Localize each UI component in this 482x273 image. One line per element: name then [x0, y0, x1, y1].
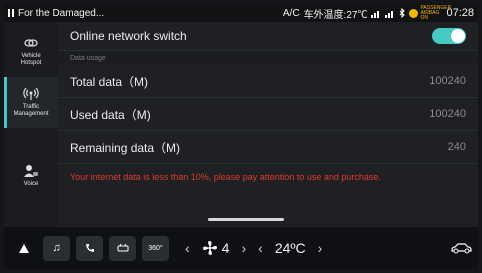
home-triangle-icon: [18, 243, 29, 253]
clock: 07:28: [446, 7, 474, 19]
online-network-toggle[interactable]: [432, 28, 466, 44]
camera-360-label: 360°: [148, 244, 163, 252]
phone-button[interactable]: [76, 235, 103, 261]
sidebar-item-label: Vehicle Hotspot: [20, 53, 42, 66]
link-icon: [24, 39, 38, 47]
total-data-value: 100240: [429, 75, 466, 87]
fan-decrease-button[interactable]: ‹: [185, 240, 190, 256]
sidebar-item-label: Voice: [23, 180, 39, 187]
online-network-label: Online network switch: [70, 29, 187, 43]
toggle-knob: [451, 29, 465, 43]
sidebar-item-traffic-management[interactable]: Traffic Management: [4, 77, 58, 128]
section-title: Data usage: [58, 51, 478, 65]
fan-speed-value: 4: [221, 240, 230, 256]
used-data-value: 100240: [429, 108, 466, 120]
voice-icon: [24, 164, 38, 177]
total-data-row: Total data（M) 100240: [58, 65, 478, 98]
data-warning: Your internet data is less than 10%, ple…: [70, 172, 381, 182]
main-panel: Online network switch Data usage Total d…: [58, 22, 478, 227]
home-button[interactable]: [10, 236, 37, 261]
fan-increase-button[interactable]: ›: [241, 240, 246, 256]
used-data-label: Used data（M): [70, 107, 151, 122]
ac-status: A/C: [282, 7, 300, 19]
pause-icon[interactable]: [8, 9, 14, 17]
total-data-label: Total data（M): [70, 74, 149, 89]
signal-icon: [371, 10, 380, 18]
sidebar-item-voice[interactable]: Voice: [4, 150, 58, 201]
bluetooth-icon: [400, 8, 406, 18]
sidebar-item-label: Traffic Management: [13, 104, 49, 117]
temp-decrease-button[interactable]: ‹: [258, 240, 263, 256]
signal-icon-2: [385, 10, 394, 18]
sidebar-item-vehicle-hotspot[interactable]: Vehicle Hotspot: [4, 26, 58, 77]
airbag-text: PASSENGER AIRBAG ON: [420, 4, 452, 21]
temperature-value: 24ºC: [274, 240, 306, 256]
music-icon: ♫: [52, 242, 61, 254]
screen: For the Damaged... A/C 车外温度:27℃ PASSENGE…: [0, 0, 482, 273]
airbag-icon: [409, 8, 419, 18]
online-network-row: Online network switch: [58, 22, 478, 51]
fan-icon: [202, 241, 217, 255]
sidebar: Vehicle Hotspot Traffic Management Voice: [4, 22, 58, 227]
car-front-icon: [117, 243, 128, 252]
home-indicator[interactable]: [208, 218, 284, 221]
airbag-status: PASSENGER AIRBAG ON: [409, 4, 452, 21]
remaining-data-row: Remaining data（M) 240: [58, 131, 478, 164]
wireless-icon: [23, 87, 39, 100]
phone-icon: [85, 244, 94, 252]
media-title[interactable]: For the Damaged...: [18, 8, 104, 19]
car-settings-icon[interactable]: [450, 242, 472, 254]
fan-speed: 4: [202, 240, 230, 256]
remaining-data-label: Remaining data（M): [70, 140, 181, 155]
status-bar: For the Damaged... A/C 车外温度:27℃ PASSENGE…: [4, 4, 478, 22]
climate-controls: ‹ 4 › ‹ 24ºC ›: [185, 240, 322, 256]
vehicle-button[interactable]: [109, 235, 136, 261]
remaining-data-value: 240: [447, 141, 466, 153]
used-data-row: Used data（M) 100240: [58, 98, 478, 131]
camera-360-button[interactable]: 360°: [142, 235, 169, 261]
outside-temperature: 车外温度:27℃: [303, 9, 368, 21]
dock: ♫ 360° ‹ 4 › ‹ 24ºC ›: [4, 227, 478, 269]
temp-increase-button[interactable]: ›: [318, 240, 323, 256]
music-button[interactable]: ♫: [43, 235, 70, 261]
